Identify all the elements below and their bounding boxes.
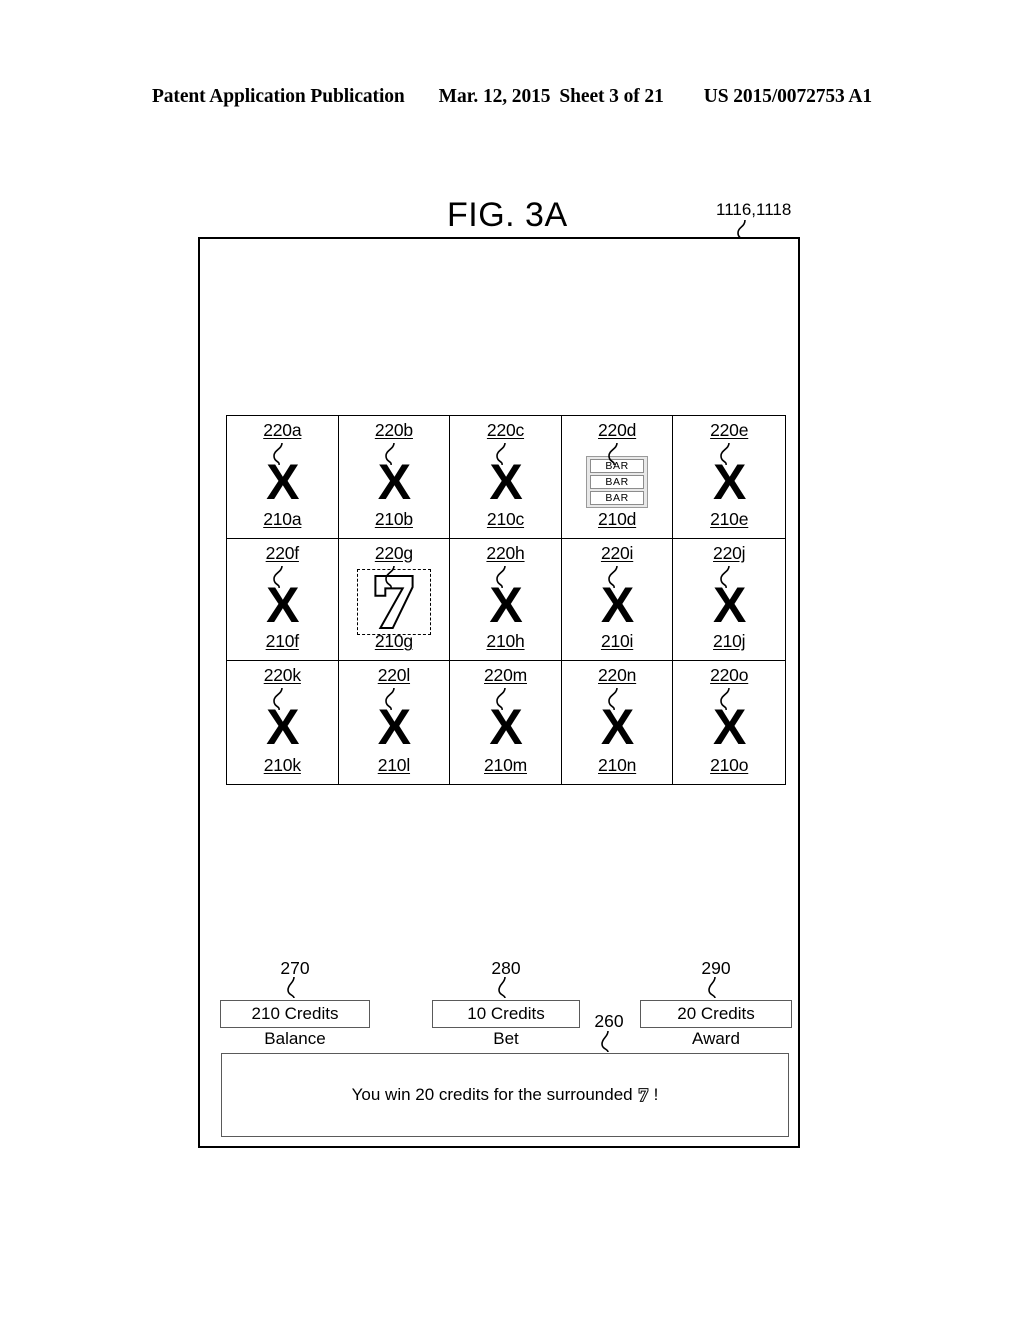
publication-date: Mar. 12, 2015	[438, 86, 551, 107]
grid-cell-210n[interactable]: 220n X 210n	[562, 661, 674, 784]
sheet-number: Sheet 3 of 21	[559, 86, 664, 107]
seven-symbol-icon	[638, 1088, 649, 1102]
award-caption: Award	[692, 1029, 740, 1048]
cell-top-label: 220l	[377, 665, 411, 686]
x-symbol-icon: X	[713, 576, 746, 633]
balance-caption: Balance	[264, 1029, 326, 1048]
cell-bottom-label: 210l	[377, 754, 411, 775]
message-reference-label: 260	[594, 1011, 624, 1031]
bar-plate: BAR	[590, 491, 645, 505]
grid-cell-210a[interactable]: 220a X 210a	[227, 416, 339, 539]
patent-number: US 2015/0072753 A1	[703, 86, 873, 107]
grid-cell-210e[interactable]: 220e X 210e	[673, 416, 785, 539]
balance-reference-label: 270	[280, 958, 310, 978]
message-text-after: !	[653, 1085, 659, 1104]
message-box: You win 20 credits for the surrounded !	[221, 1053, 789, 1137]
patent-header: Patent Application Publication Mar. 12, …	[0, 86, 1024, 108]
x-symbol-icon: X	[377, 699, 411, 756]
bet-reference-label: 280	[491, 958, 521, 978]
x-symbol-icon: X	[489, 454, 522, 510]
cell-top-label: 220m	[484, 665, 527, 686]
cell-top-label: 220a	[263, 420, 302, 440]
grid-cell-210b[interactable]: 220b X 210b	[338, 416, 451, 539]
message-text: You win 20 credits for the surrounded !	[352, 1085, 659, 1105]
x-symbol-icon: X	[266, 699, 299, 756]
cell-top-label: 220k	[263, 665, 301, 686]
grid-cell-210m[interactable]: 220m X 210m	[450, 661, 562, 784]
x-symbol-icon: X	[489, 699, 522, 756]
figure-title: FIG. 3A	[447, 196, 568, 234]
cell-bottom-label: 210a	[263, 508, 302, 529]
cell-bottom-label: 210d	[598, 508, 637, 529]
cell-bottom-label: 210i	[600, 631, 634, 652]
device-reference-label: 1116,1118	[716, 200, 792, 219]
cell-top-label: 220f	[265, 542, 299, 563]
award-reference-label: 290	[701, 958, 731, 978]
bet-meter: 10 Credits	[432, 1000, 580, 1028]
x-symbol-icon: X	[377, 454, 411, 510]
cell-bottom-label: 210n	[598, 754, 637, 775]
cell-bottom-label: 210f	[265, 631, 299, 652]
symbol-grid: 220a X 210a 220b X 210b 220c X 210c 220d BAR BAR BAR…	[226, 415, 786, 785]
message-text-before: You win 20 credits for the surrounded	[351, 1085, 633, 1104]
bet-caption: Bet	[493, 1029, 519, 1048]
cell-bottom-label: 210o	[710, 754, 749, 775]
cell-top-label: 220o	[710, 665, 749, 686]
x-symbol-icon: X	[266, 454, 299, 510]
balance-meter: 210 Credits	[220, 1000, 370, 1028]
cell-top-label: 220j	[713, 542, 746, 563]
cell-bottom-label: 210g	[374, 631, 413, 652]
grid-cell-210h[interactable]: 220h X 210h	[450, 538, 562, 662]
grid-cell-210i[interactable]: 220i X 210i	[561, 538, 674, 662]
grid-cell-210d[interactable]: 220d BAR BAR BAR 210d	[561, 416, 674, 539]
x-symbol-icon: X	[713, 454, 746, 510]
cell-top-label: 220i	[600, 542, 634, 563]
award-meter: 20 Credits	[640, 1000, 792, 1028]
triple-bar-symbol-icon: BAR BAR BAR	[586, 456, 649, 508]
grid-cell-210l[interactable]: 220l X 210l	[339, 661, 451, 784]
bar-plate: BAR	[590, 459, 645, 473]
publication-label: Patent Application Publication	[151, 86, 405, 107]
grid-cell-210j[interactable]: 220j X 210j	[673, 539, 785, 662]
grid-cell-210c[interactable]: 220c X 210c	[450, 416, 562, 539]
grid-cell-210o[interactable]: 220o X 210o	[673, 661, 785, 784]
cell-bottom-label: 210m	[484, 754, 527, 775]
cell-top-label: 220h	[486, 542, 525, 563]
grid-cell-210f[interactable]: 220f X 210f	[227, 538, 339, 662]
cell-top-label: 220n	[598, 665, 637, 686]
x-symbol-icon: X	[266, 576, 299, 633]
cell-bottom-label: 210j	[713, 631, 746, 652]
cell-top-label: 220g	[374, 542, 413, 563]
bar-plate: BAR	[590, 475, 645, 489]
grid-cell-210g[interactable]: 220g 210g	[338, 538, 451, 662]
seven-symbol-icon	[374, 574, 414, 629]
cell-bottom-label: 210c	[486, 508, 525, 529]
x-symbol-icon: X	[489, 576, 522, 633]
x-symbol-icon: X	[600, 576, 634, 633]
cell-top-label: 220c	[486, 420, 525, 440]
grid-cell-210k[interactable]: 220k X 210k	[227, 661, 339, 784]
cell-bottom-label: 210e	[710, 508, 749, 529]
cell-bottom-label: 210h	[486, 631, 525, 652]
cell-top-label: 220d	[598, 420, 637, 440]
cell-top-label: 220b	[374, 420, 413, 440]
cell-bottom-label: 210k	[263, 754, 301, 775]
x-symbol-icon: X	[600, 699, 634, 756]
cell-bottom-label: 210b	[374, 508, 413, 529]
cell-top-label: 220e	[710, 420, 749, 440]
x-symbol-icon: X	[713, 699, 746, 756]
